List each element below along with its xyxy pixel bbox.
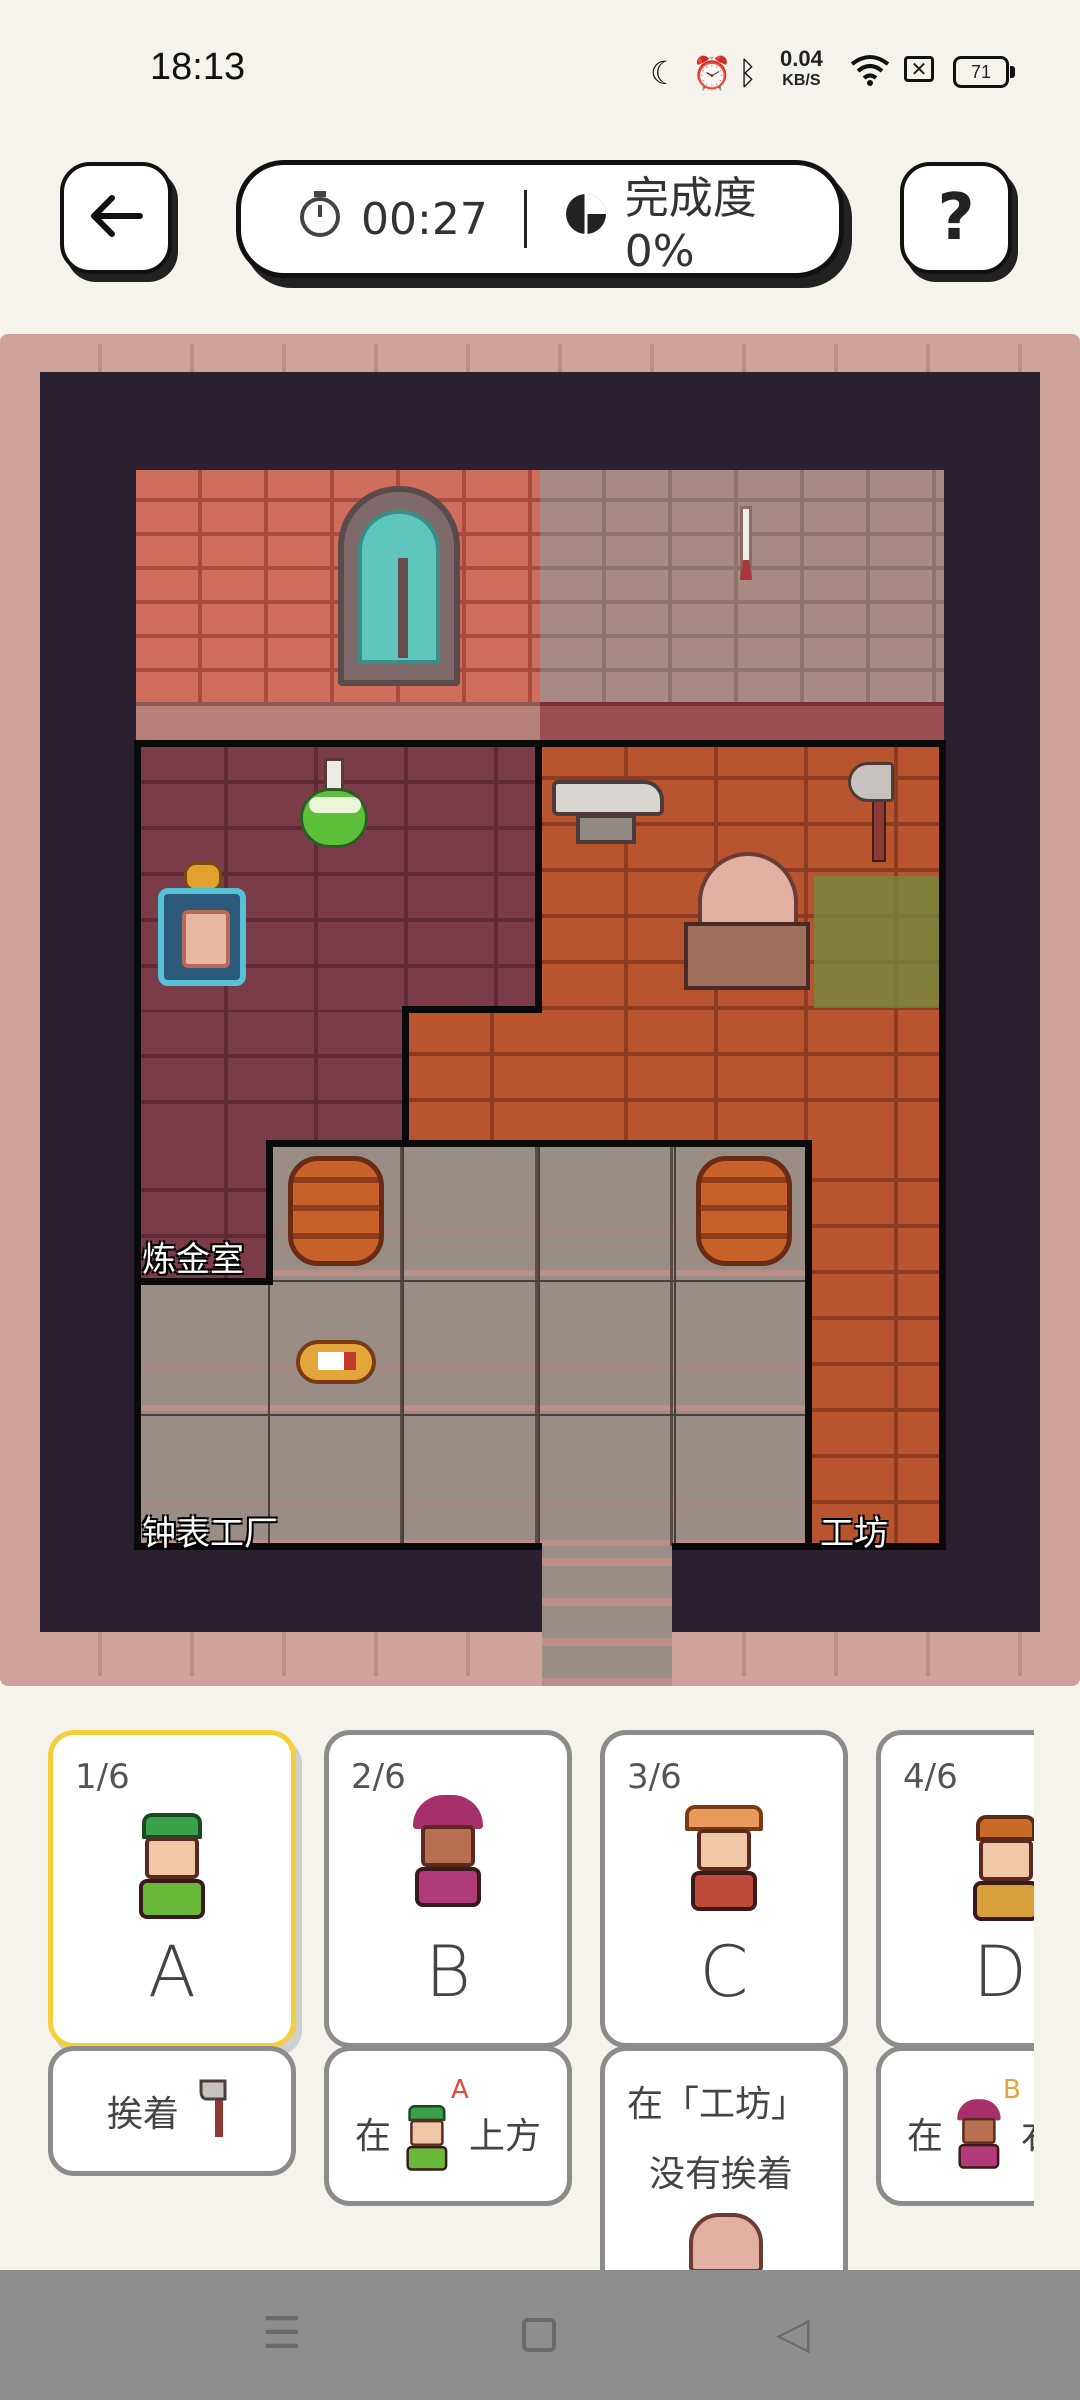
anvil-icon	[552, 774, 664, 850]
system-nav-bar: ☰ ◁	[0, 2270, 1080, 2400]
room-wall	[266, 1140, 273, 1284]
axe-icon	[197, 2077, 237, 2146]
barrel-icon	[696, 1156, 792, 1266]
stained-window	[338, 486, 460, 686]
character-card-a[interactable]: 1/6 A	[48, 1730, 296, 2048]
progress: 完成度 0%	[563, 162, 839, 277]
pie-chart-icon	[563, 191, 609, 248]
grid-line	[538, 1146, 540, 1546]
room-wall	[535, 740, 542, 1012]
room-wall	[939, 740, 946, 1550]
clue-prefix: 在	[907, 2116, 944, 2157]
character-c-avatar	[679, 1805, 769, 1915]
character-card-b[interactable]: 2/6 B	[324, 1730, 572, 2048]
card-number: 1/6	[75, 1757, 130, 1797]
net-speed: 0.04 KB/S	[780, 48, 823, 92]
clue-card-d[interactable]: 在 B 右	[876, 2046, 1034, 2206]
room-label-alchemy: 炼金室	[142, 1240, 244, 1280]
card-number: 4/6	[903, 1757, 958, 1797]
room-wall	[134, 740, 141, 1550]
character-cards: 1/6 A 挨着 2/6 B 在 A 上方 3/6 C 在「工坊」 没有挨着 4…	[0, 1720, 1034, 2280]
character-b-avatar	[403, 1795, 493, 1911]
workshop-floor-3	[808, 1144, 942, 1546]
nfc-icon: ✕	[904, 56, 934, 82]
net-speed-unit: KB/S	[782, 72, 821, 89]
alchemy-floor-2	[138, 1010, 404, 1146]
card-letter: B	[425, 1931, 471, 2013]
dome-machine-icon	[684, 852, 810, 994]
clue-suffix: 右	[1021, 2107, 1034, 2159]
timer: 00:27	[297, 189, 488, 250]
card-letter: D	[973, 1931, 1027, 2013]
grid-line	[674, 1146, 676, 1546]
room-wall	[402, 1006, 409, 1146]
character-card-c[interactable]: 3/6 C	[600, 1730, 848, 2048]
battery-indicator: 71	[953, 56, 1015, 88]
menu-icon[interactable]: ☰	[262, 2308, 301, 2359]
card-number: 2/6	[351, 1757, 406, 1797]
room-label-workshop: 工坊	[820, 1514, 888, 1554]
character-b-mini-avatar	[951, 2099, 1007, 2171]
clue-suffix: 上方	[469, 2116, 542, 2157]
help-icon: ?	[937, 181, 975, 255]
entrance-corridor	[542, 1546, 672, 1686]
clue-line-1: 在「工坊」	[627, 2084, 808, 2125]
dome-machine-icon	[689, 2213, 763, 2273]
clue-ref-letter: B	[1003, 2075, 1021, 2105]
workshop-floor-2	[404, 1010, 540, 1144]
clue-line-2: 没有挨着	[649, 2154, 794, 2195]
ticket-icon	[296, 1340, 376, 1384]
timer-value: 00:27	[361, 193, 488, 245]
clue-ref-letter: A	[451, 2075, 469, 2105]
help-button[interactable]: ?	[900, 162, 1012, 274]
arrow-left-icon	[88, 194, 144, 242]
status-bar: 18:13 ☾ ⏰ ᛒ 0.04 KB/S ✕ 71	[0, 0, 1080, 140]
knife-icon	[740, 506, 752, 580]
clue-card-a[interactable]: 挨着	[48, 2046, 296, 2176]
status-time: 18:13	[150, 46, 246, 88]
back-button[interactable]	[60, 162, 172, 274]
status-pill: 00:27 完成度 0%	[236, 160, 844, 278]
room-wall	[266, 1140, 812, 1147]
room-wall	[805, 1140, 812, 1550]
stopwatch-icon	[297, 189, 343, 250]
clue-card-c[interactable]: 在「工坊」 没有挨着	[600, 2046, 848, 2280]
character-a-avatar	[127, 1813, 217, 1923]
character-card-d[interactable]: 4/6 D	[876, 1730, 1034, 2048]
room-label-clock-factory: 钟表工厂	[142, 1514, 278, 1554]
character-d-avatar	[961, 1815, 1034, 1925]
barrel-icon	[288, 1156, 384, 1266]
progress-text: 完成度 0%	[624, 172, 757, 277]
character-a-mini-avatar	[399, 2105, 455, 2173]
bluetooth-icon: ᛒ	[738, 54, 758, 92]
grid-line	[138, 1414, 808, 1416]
wifi-icon	[850, 54, 890, 94]
axe-icon	[846, 762, 902, 862]
card-letter: A	[148, 1931, 196, 2013]
back-icon[interactable]: ◁	[776, 2308, 810, 2359]
lantern-icon	[150, 862, 254, 992]
clue-card-b[interactable]: 在 A 上方	[324, 2046, 572, 2206]
potion-icon	[296, 758, 372, 854]
highlight-cell[interactable]	[814, 876, 942, 1008]
pill-divider	[523, 190, 527, 248]
home-icon[interactable]	[522, 2318, 556, 2352]
clue-text: 挨着	[106, 2094, 179, 2135]
grid-line	[402, 1146, 404, 1546]
room-wall	[402, 1006, 542, 1013]
clue-prefix: 在	[355, 2116, 392, 2157]
card-number: 3/6	[627, 1757, 682, 1797]
brick-wall-gray	[540, 470, 944, 702]
alarm-icon: ⏰	[692, 54, 732, 92]
net-speed-value: 0.04	[780, 46, 823, 71]
card-letter: C	[699, 1931, 749, 2013]
moon-icon: ☾	[650, 54, 679, 92]
